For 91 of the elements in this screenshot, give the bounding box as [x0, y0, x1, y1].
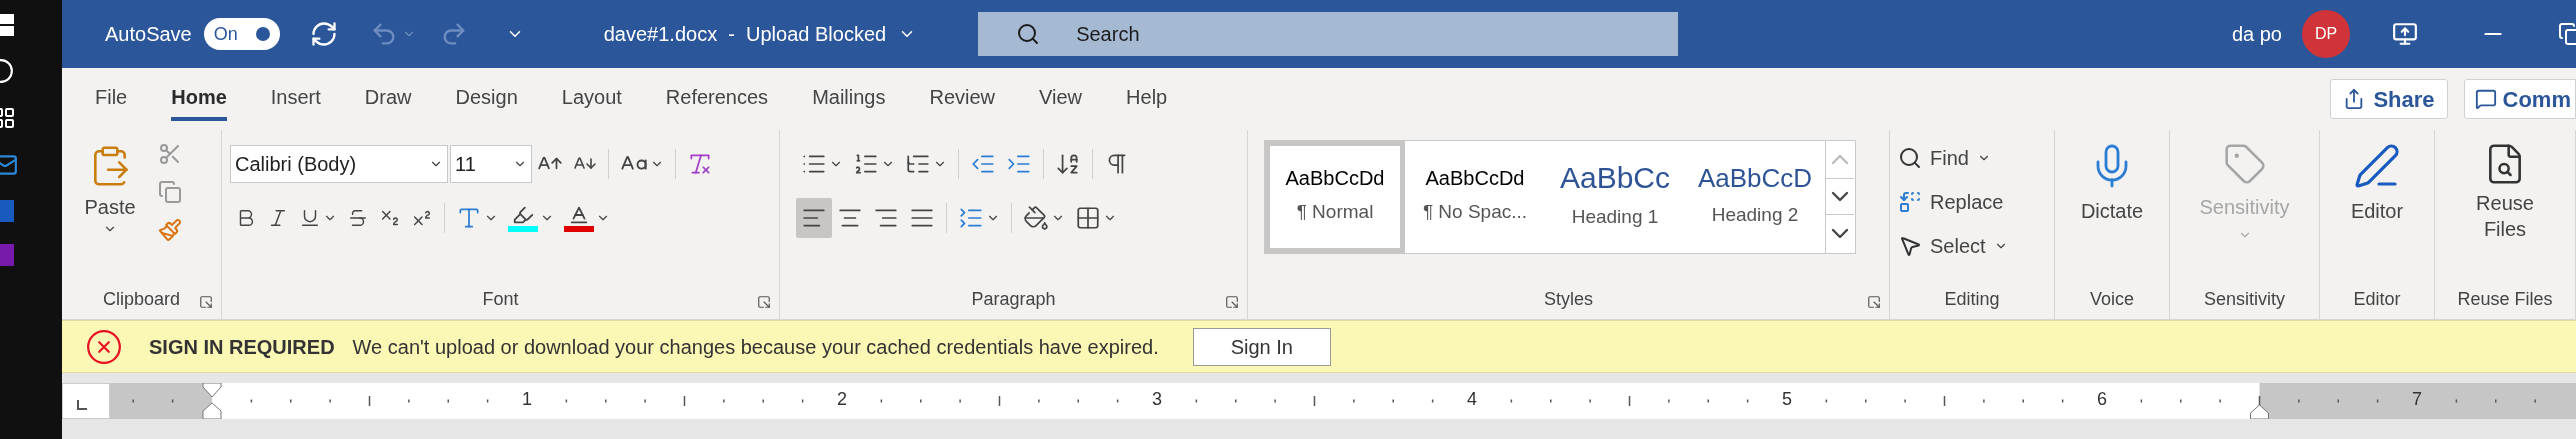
editing-icon — [1898, 190, 1922, 214]
editing-button[interactable]: Select — [1898, 226, 2008, 266]
group-label: Font — [482, 288, 519, 311]
autosave-label: AutoSave — [105, 22, 192, 47]
group-label: Clipboard — [102, 288, 180, 311]
editor-button[interactable]: Editor — [2328, 138, 2426, 226]
group-label: Voice — [2089, 288, 2134, 311]
underline-icon — [299, 207, 321, 229]
font-color-icon — [564, 204, 594, 232]
highlighter-icon — [508, 204, 538, 232]
autosave-toggle[interactable]: On — [203, 18, 280, 50]
message-title: SIGN IN REQUIRED — [149, 334, 335, 360]
reuse-files-button[interactable]: Reuse Files — [2443, 138, 2567, 242]
dictate-button[interactable]: Dictate — [2063, 138, 2161, 226]
style-name: ¶ Normal — [1296, 199, 1374, 224]
document-title: dave#1.docx - Upload Blocked — [603, 22, 887, 47]
font-size-dropdown[interactable]: 11 — [450, 145, 532, 183]
borders-icon — [1075, 205, 1101, 231]
pen-icon — [2353, 142, 2401, 190]
group-label: Editing — [1944, 288, 2000, 311]
sign-in-button[interactable]: Sign In — [1192, 327, 1331, 366]
line-spacing-icon — [958, 205, 984, 231]
style-preview: AaBbCc — [1559, 162, 1671, 193]
ribbon-tab[interactable]: Mailings — [812, 77, 886, 121]
message-text: We can't upload or download your changes because your cached credentials have expired. — [352, 334, 1159, 360]
share-button[interactable]: Share — [2330, 79, 2448, 119]
comment-icon — [2474, 88, 2497, 110]
paint-bucket-icon — [1023, 205, 1049, 231]
ribbon-tab[interactable]: Help — [1126, 77, 1168, 121]
ribbon-tab[interactable]: Review — [929, 77, 996, 121]
group-label: Reuse Files — [2457, 288, 2553, 311]
format-painter-icon[interactable] — [158, 218, 182, 242]
style-preview: AaBbCcD — [1697, 164, 1813, 191]
ribbon-tab[interactable]: Home — [171, 77, 227, 121]
scroll-down-icon[interactable] — [1826, 178, 1854, 215]
ruler-number: 7 — [2412, 390, 2422, 408]
group-label: Paragraph — [971, 288, 1056, 311]
editing-button[interactable]: Find — [1898, 138, 2008, 178]
tag-icon — [2222, 142, 2267, 186]
editing-icon — [1898, 234, 1922, 258]
ruler-number: 2 — [837, 390, 847, 408]
dialog-launcher-icon[interactable] — [199, 295, 213, 309]
ribbon-tab[interactable]: Insert — [270, 77, 321, 121]
left-tab-icon — [77, 400, 87, 410]
dialog-launcher-icon[interactable] — [757, 295, 771, 309]
ribbon-tab[interactable]: Draw — [364, 77, 412, 121]
ruler-number: 4 — [1467, 390, 1477, 408]
dialog-launcher-icon[interactable] — [1225, 295, 1239, 309]
paste-button[interactable]: Paste — [70, 138, 150, 236]
editing-icon — [1898, 146, 1922, 170]
style-item[interactable]: AaBbCcD Heading 2 — [1685, 141, 1825, 253]
ribbon-tab[interactable]: References — [665, 77, 769, 121]
numbered-list-icon — [853, 151, 879, 177]
ruler-number: 5 — [1782, 390, 1792, 408]
search-placeholder: Search — [1076, 22, 1140, 47]
ruler-number: 1 — [522, 390, 532, 408]
style-preview: AaBbCcDd — [1425, 167, 1525, 188]
clear-formatting-icon — [687, 151, 713, 177]
user-name: da po — [2231, 22, 2282, 47]
font-name-dropdown[interactable]: Calibri (Body) — [230, 145, 448, 183]
comments-button[interactable]: Comm — [2463, 79, 2576, 119]
editing-button[interactable]: Replace — [1898, 182, 2008, 222]
sort-icon — [1055, 151, 1081, 177]
style-item[interactable]: AaBbCc Heading 1 — [1545, 141, 1685, 253]
ribbon-display-icon[interactable] — [2392, 21, 2418, 47]
style-name: Heading 2 — [1711, 202, 1799, 227]
style-name: ¶ No Spac... — [1422, 199, 1528, 224]
align-button[interactable] — [796, 198, 832, 238]
dialog-launcher-icon[interactable] — [1867, 295, 1881, 309]
style-item[interactable]: AaBbCcDd ¶ Normal — [1265, 141, 1405, 253]
style-preview: AaBbCcDd — [1285, 167, 1385, 188]
ribbon-tab[interactable]: View — [1039, 77, 1083, 121]
style-item[interactable]: AaBbCcDd ¶ No Spac... — [1405, 141, 1545, 253]
error-icon — [85, 327, 123, 366]
ribbon-tab[interactable]: Layout — [561, 77, 622, 121]
text-effects-icon — [456, 205, 482, 231]
style-name: Heading 1 — [1571, 204, 1659, 229]
group-label: Sensitivity — [2204, 288, 2285, 311]
search-field[interactable]: Search — [978, 12, 1679, 56]
ruler-number: 6 — [2097, 390, 2107, 408]
user-avatar[interactable]: DP — [2302, 10, 2350, 58]
group-label: Styles — [1544, 288, 1593, 311]
group-label: Editor — [2353, 288, 2401, 311]
ribbon-tab[interactable]: Design — [455, 77, 518, 121]
ruler-number: 3 — [1152, 390, 1162, 408]
restore-icon[interactable] — [2558, 22, 2576, 46]
copy-icon[interactable] — [158, 180, 182, 204]
tab-selector[interactable] — [62, 383, 110, 419]
ribbon-tab[interactable]: File — [95, 77, 128, 121]
strikethrough-icon — [347, 207, 369, 229]
cut-icon[interactable] — [158, 142, 182, 166]
